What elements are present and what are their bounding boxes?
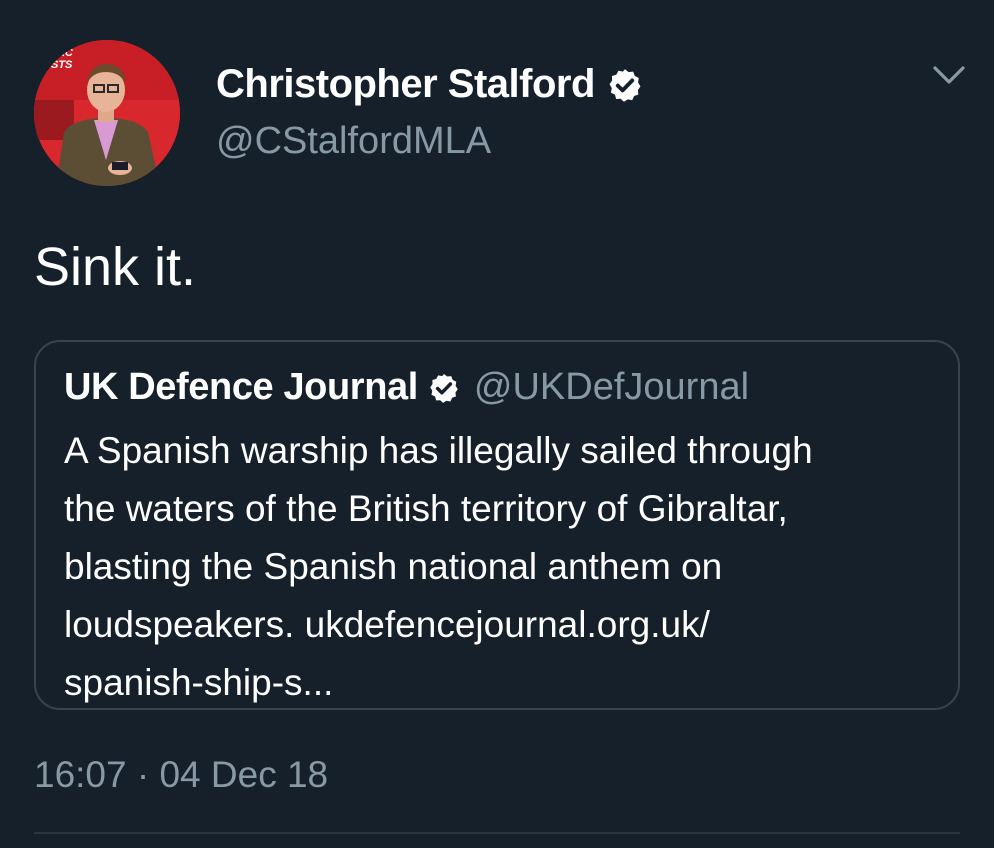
quoted-body-line: loudspeakers. ukdefencejournal.org.uk/ <box>64 604 710 645</box>
avatar-photo: ATIC NISTS <box>34 40 180 186</box>
quoted-tweet-body: A Spanish warship has illegally sailed t… <box>64 422 944 712</box>
avatar-sign-text-1: ATIC <box>47 47 74 59</box>
tweet: ATIC NISTS Christopher Stalford @CStalfo… <box>0 0 994 848</box>
verified-badge-icon <box>428 372 460 404</box>
quoted-body-line: spanish-ship-s... <box>64 662 334 703</box>
avatar-sign-text-2: NISTS <box>40 59 73 71</box>
quoted-author-name: UK Defence Journal <box>64 366 418 408</box>
tweet-timestamp[interactable]: 16:07 · 04 Dec 18 <box>34 754 328 796</box>
divider <box>34 832 960 834</box>
quoted-body-line: blasting the Spanish national anthem on <box>64 546 723 587</box>
author-handle[interactable]: @CStalfordMLA <box>216 120 491 163</box>
avatar[interactable]: ATIC NISTS <box>34 40 180 186</box>
author-display-name[interactable]: Christopher Stalford <box>216 62 643 107</box>
verified-badge-icon <box>607 67 643 103</box>
quoted-author-handle: @UKDefJournal <box>473 366 750 408</box>
quoted-body-line: A Spanish warship has illegally sailed t… <box>64 430 813 471</box>
tweet-text: Sink it. <box>34 237 197 297</box>
quoted-tweet-header: UK Defence Journal @UKDefJournal <box>64 366 749 409</box>
chevron-down-icon[interactable] <box>932 64 966 88</box>
quoted-tweet-card[interactable]: UK Defence Journal @UKDefJournal A Spani… <box>34 340 960 710</box>
author-name-text: Christopher Stalford <box>216 62 595 106</box>
quoted-body-line: the waters of the British territory of G… <box>64 488 788 529</box>
